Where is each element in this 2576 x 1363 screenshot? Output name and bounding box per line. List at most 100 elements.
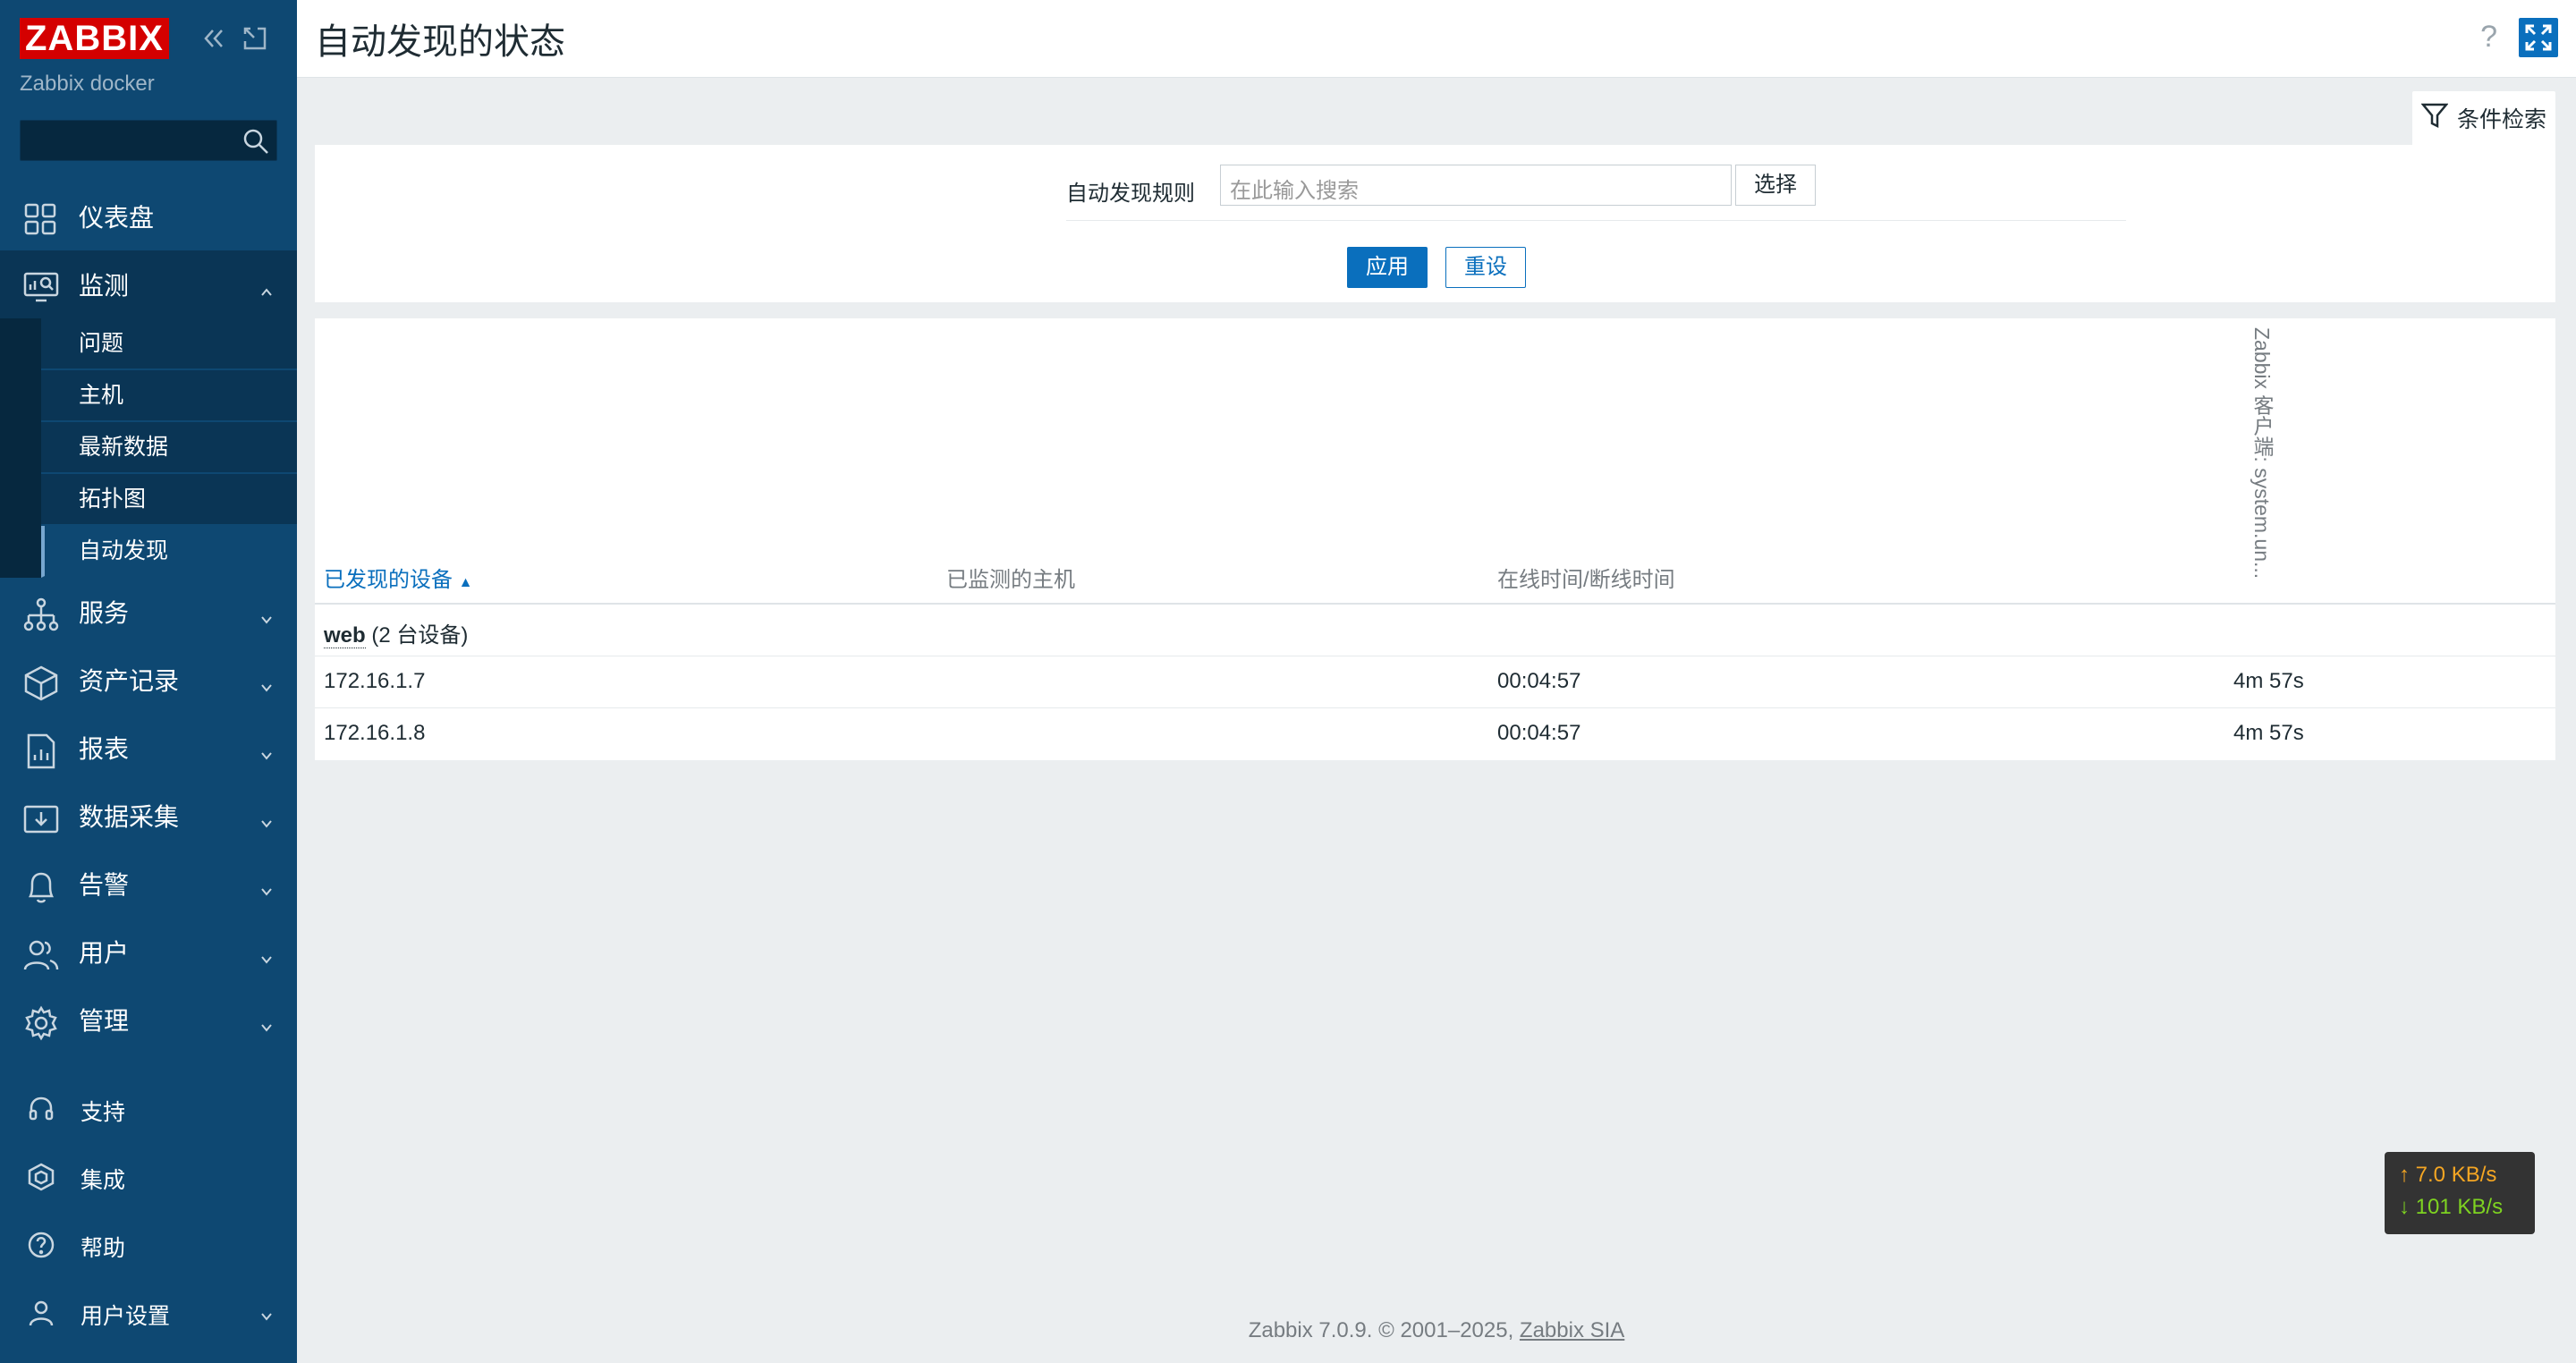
page-header: 自动发现的状态 ? [297,0,2576,78]
group-name[interactable]: web [324,623,366,648]
help-circle-icon [27,1231,55,1259]
page-title: 自动发现的状态 [315,22,565,62]
menu-label: 用户 [79,939,130,967]
device-ip: 172.16.1.7 [324,669,426,693]
data-collection-icon [23,801,59,837]
column-label: 已发现的设备 [324,568,453,592]
menu-item-services[interactable]: 服务 [0,578,297,646]
upload-speed: ↑ 7.0 KB/s [2399,1163,2497,1187]
chevron-down-icon [259,673,274,692]
help-button[interactable]: ? [2480,20,2497,55]
submenu-item-latest-data[interactable]: 最新数据 [41,422,297,474]
headset-icon [27,1095,55,1123]
submenu-item-problems[interactable]: 问题 [41,318,297,370]
download-speed: ↓ 101 KB/s [2399,1195,2504,1219]
monitoring-icon [23,270,59,306]
submenu-item-discovery[interactable]: 自动发现 [41,526,297,578]
gear-icon [23,1005,59,1041]
discovery-rule-input[interactable]: 在此输入搜索 [1220,165,1732,206]
filter-tab[interactable]: 条件检索 [2412,91,2555,145]
discovery-status-table: 已发现的设备 ▲ 已监测的主机 在线时间/断线时间 Zabbix 客户端: sy… [315,318,2555,760]
reports-icon [23,733,59,769]
chevron-down-icon [259,741,274,760]
uptime: 00:04:57 [1497,721,1581,745]
main-menu: 仪表盘 监测 问题 主机 最新数据 拓扑图 自动发现 服务 资产记录 报表 数据… [0,182,297,1054]
dashboard-icon [23,202,59,238]
menu-label: 集成 [80,1168,126,1193]
alerts-icon [23,869,59,905]
menu-label: 帮助 [80,1236,126,1261]
menu-item-inventory[interactable]: 资产记录 [0,646,297,714]
menu-item-reports[interactable]: 报表 [0,714,297,782]
sort-asc-icon: ▲ [458,575,473,590]
monitoring-submenu: 问题 主机 最新数据 拓扑图 自动发现 [0,318,297,578]
menu-label: 仪表盘 [79,204,155,232]
group-row: web (2 台设备) [315,605,2555,656]
chevron-down-icon [259,605,274,624]
footer-link[interactable]: Zabbix SIA [1520,1318,1624,1342]
menu-label: 支持 [80,1100,126,1125]
filter-panel: 自动发现规则 在此输入搜索 选择 应用 重设 [315,145,2555,302]
kiosk-mode-icon[interactable] [242,25,268,52]
apply-button[interactable]: 应用 [1347,247,1428,288]
fullscreen-icon [2525,24,2552,51]
column-check-system-uptime: Zabbix 客户端: system.un... [2250,327,2274,580]
search-icon[interactable] [242,128,269,155]
menu-label: 数据采集 [79,803,180,831]
user-icon [27,1299,55,1327]
menu-item-data-collection[interactable]: 数据采集 [0,782,297,850]
zabbix-logo[interactable]: ZABBIX [20,18,169,59]
chevron-up-icon [259,277,274,296]
submenu-indent [0,318,41,578]
chevron-down-icon [259,944,274,964]
filter-row-discovery-rule: 自动发现规则 在此输入搜索 选择 [1066,165,2126,221]
table-row: 172.16.1.8 00:04:57 4m 57s [315,708,2555,759]
table-row: 172.16.1.7 00:04:57 4m 57s [315,656,2555,708]
select-button[interactable]: 选择 [1735,165,1816,206]
menu-label: 资产记录 [79,667,180,695]
menu-label: 告警 [79,871,130,899]
submenu-item-hosts[interactable]: 主机 [41,370,297,422]
menu-label: 服务 [79,599,130,627]
menu-item-dashboard[interactable]: 仪表盘 [0,182,297,250]
column-monitored-host[interactable]: 已监测的主机 [946,562,1075,593]
menu-item-alerts[interactable]: 告警 [0,850,297,918]
submenu-item-maps[interactable]: 拓扑图 [41,474,297,526]
filter-icon [2420,102,2449,129]
chevron-down-icon [259,1012,274,1032]
inventory-icon [23,665,59,701]
uptime: 00:04:57 [1497,669,1581,693]
menu-item-support[interactable]: 支持 [0,1073,297,1141]
menu-label: 报表 [79,735,130,763]
discovery-rule-label: 自动发现规则 [1066,182,1195,206]
chevron-down-icon [259,1304,274,1321]
device-ip: 172.16.1.8 [324,721,426,745]
menu-label: 管理 [79,1007,130,1035]
column-discovered-device[interactable]: 已发现的设备 ▲ [324,562,473,593]
menu-item-help[interactable]: 帮助 [0,1209,297,1277]
users-icon [23,937,59,973]
bottom-menu: 支持 集成 帮助 用户设置 [0,1073,297,1345]
chevron-down-icon [259,808,274,828]
menu-label: 用户设置 [80,1304,171,1329]
group-count: (2 台设备) [371,623,469,648]
menu-item-integrations[interactable]: 集成 [0,1141,297,1209]
menu-item-users[interactable]: 用户 [0,918,297,986]
column-uptime-downtime[interactable]: 在线时间/断线时间 [1497,562,1675,593]
menu-item-monitoring[interactable]: 监测 [0,250,297,318]
check-value: 4m 57s [2233,669,2304,693]
integrations-icon [27,1163,55,1191]
network-speed-widget[interactable]: ↑ 7.0 KB/s ↓ 101 KB/s [2385,1152,2535,1234]
menu-label: 监测 [79,272,130,300]
sidebar-search-input[interactable] [20,120,277,161]
menu-item-user-settings[interactable]: 用户设置 [0,1277,297,1345]
collapse-sidebar-icon[interactable] [200,25,227,52]
footer-text: Zabbix 7.0.9. © 2001–2025, [1248,1318,1520,1342]
reset-button[interactable]: 重设 [1445,247,1526,288]
menu-item-administration[interactable]: 管理 [0,986,297,1054]
fullscreen-button[interactable] [2519,18,2558,57]
check-value: 4m 57s [2233,721,2304,745]
sidebar: ZABBIX Zabbix docker 仪表盘 监测 问题 主机 最新数据 拓… [0,0,297,1363]
services-icon [23,597,59,633]
chevron-down-icon [259,876,274,896]
